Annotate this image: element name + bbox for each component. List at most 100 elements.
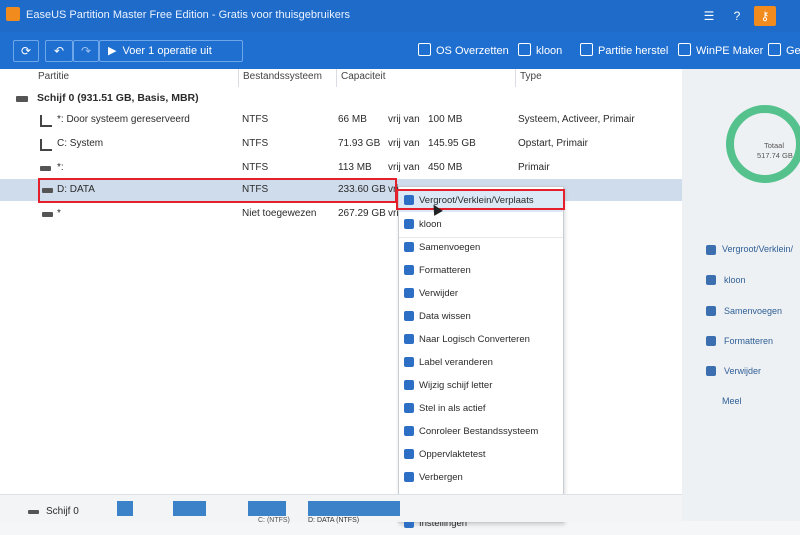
partition-used: 267.29 GB	[338, 208, 386, 219]
tools-icon	[768, 43, 781, 56]
disk-row[interactable]: Schijf 0 (931.51 GB, Basis, MBR)	[0, 87, 682, 109]
menu-item-label: Verbergen	[419, 472, 463, 483]
menu-item-format[interactable]: Formatteren	[399, 259, 563, 282]
redo-button[interactable]: ↷	[73, 40, 99, 62]
menu-item-change-label[interactable]: Label veranderen	[399, 351, 563, 374]
menu-item-label: Label veranderen	[419, 357, 493, 368]
winpe-maker-button[interactable]: WinPE Maker	[678, 43, 763, 57]
menu-item-label: Naar Logisch Converteren	[419, 334, 530, 345]
toolbar: ⟳ ↶ ↷ ▶ Voer 1 operatie uit OS Overzetten…	[0, 32, 800, 69]
action-clone[interactable]: kloon	[724, 275, 746, 285]
partition-recovery-button[interactable]: Partitie herstel	[580, 43, 668, 57]
context-menu: Vergroot/Verklein/Verplaats kloon Samenv…	[398, 186, 564, 529]
convert-icon	[404, 334, 414, 344]
clone-icon	[706, 275, 716, 285]
highlight-box	[38, 178, 397, 203]
hide-icon	[404, 472, 414, 482]
action-merge[interactable]: Samenvoegen	[724, 306, 782, 316]
partition-vrij: vrij van	[388, 138, 420, 149]
apply-operations-label: Voer 1 operatie uit	[122, 45, 212, 57]
help-icon[interactable]: ?	[726, 6, 748, 26]
col-type[interactable]: Type	[520, 71, 542, 82]
col-partitie[interactable]: Partitie	[38, 71, 69, 82]
letter-icon	[404, 380, 414, 390]
disk-map-block[interactable]	[248, 501, 286, 516]
table-row[interactable]: *: Door systeem gereserveerd NTFS 66 MB …	[0, 109, 682, 131]
menu-item-change-letter[interactable]: Wijzig schijf letter	[399, 374, 563, 397]
merge-icon	[706, 306, 716, 316]
col-bestandssysteem[interactable]: Bestandssysteem	[243, 71, 322, 82]
partition-fs: NTFS	[242, 138, 269, 149]
partition-used: 113 MB	[338, 162, 372, 173]
recover-icon	[580, 43, 593, 56]
format-icon	[404, 265, 414, 275]
title-bar: EaseUS Partition Master Free Edition - G…	[0, 0, 800, 32]
partition-fs: Niet toegewezen	[242, 208, 317, 219]
disk-map: Schijf 0 C: (NTFS) D: DATA (NTFS)	[0, 494, 682, 524]
ring-total-value: 517.74 GB	[757, 151, 793, 160]
menu-item-merge[interactable]: Samenvoegen	[399, 236, 563, 259]
table-row[interactable]: * Niet toegewezen 267.29 GB vri	[0, 203, 682, 225]
menu-item-hide[interactable]: Verbergen	[399, 466, 563, 489]
menu-item-check-fs[interactable]: Conroleer Bestandssysteem	[399, 420, 563, 443]
os-migrate-button[interactable]: OS Overzetten	[418, 43, 509, 57]
merge-icon	[404, 242, 414, 252]
tools-button[interactable]: Ge	[768, 43, 800, 57]
undo-button[interactable]: ↶	[45, 40, 73, 62]
partition-total: 145.95 GB	[428, 138, 476, 149]
disk-usage-ring	[726, 105, 800, 183]
clone-button[interactable]: kloon	[518, 43, 562, 57]
col-divider	[336, 69, 337, 87]
partition-fs: NTFS	[242, 162, 269, 173]
menu-item-label: Conroleer Bestandssysteem	[419, 426, 539, 437]
drive-icon	[42, 212, 53, 217]
partition-name: *: Door systeem gereserveerd	[57, 114, 190, 125]
partition-recovery-label: Partitie herstel	[598, 45, 669, 57]
clone-label: kloon	[536, 45, 563, 57]
disk-map-block[interactable]	[173, 501, 206, 516]
active-icon	[404, 403, 414, 413]
partition-fs: NTFS	[242, 114, 269, 125]
partition-total: 100 MB	[428, 114, 463, 125]
partition-name: C: System	[57, 138, 104, 149]
trash-icon	[706, 366, 716, 376]
play-icon: ▶	[108, 45, 117, 57]
trash-icon	[404, 288, 414, 298]
menu-icon[interactable]: ☰	[698, 6, 720, 26]
menu-item-label: Stel in als actief	[419, 403, 486, 414]
label-icon	[404, 357, 414, 367]
action-format[interactable]: Formatteren	[724, 336, 773, 346]
window-title: EaseUS Partition Master Free Edition - G…	[26, 9, 351, 21]
action-delete[interactable]: Verwijder	[724, 366, 761, 376]
disk-map-block[interactable]	[308, 501, 400, 516]
menu-item-set-active[interactable]: Stel in als actief	[399, 397, 563, 420]
surface-test-icon	[404, 449, 414, 459]
key-icon[interactable]: ⚷	[754, 6, 776, 26]
partition-used: 71.93 GB	[338, 138, 381, 149]
table-row[interactable]: C: System NTFS 71.93 GB vrij van 145.95 …	[0, 133, 682, 155]
partition-name: *:	[57, 162, 64, 173]
clone-icon	[404, 219, 414, 229]
col-divider	[515, 69, 516, 87]
partition-type: Opstart, Primair	[518, 138, 589, 149]
menu-item-delete[interactable]: Verwijder	[399, 282, 563, 305]
check-icon	[404, 426, 414, 436]
disk-map-block[interactable]	[117, 501, 133, 516]
menu-item-convert-logical[interactable]: Naar Logisch Converteren	[399, 328, 563, 351]
drive-icon	[40, 166, 51, 171]
menu-item-wipe-data[interactable]: Data wissen	[399, 305, 563, 328]
action-more[interactable]: Meel	[722, 396, 742, 406]
table-row[interactable]: *: NTFS 113 MB vrij van 450 MB Primair	[0, 157, 682, 179]
partition-type: Primair	[518, 162, 550, 173]
right-panel: Totaal 517.74 GB Vergroot/Verklein/ kloo…	[682, 69, 800, 521]
action-resize[interactable]: Vergroot/Verklein/	[722, 244, 793, 254]
partition-name: *	[57, 208, 61, 219]
partition-type: Systeem, Activeer, Primair	[518, 114, 635, 125]
partition-vrij: vrij van	[388, 162, 420, 173]
col-capaciteit[interactable]: Capaciteit	[341, 71, 385, 82]
menu-item-clone[interactable]: kloon	[399, 213, 563, 236]
refresh-button[interactable]: ⟳	[13, 40, 39, 62]
menu-item-surface-test[interactable]: Oppervlaktetest	[399, 443, 563, 466]
apply-operations-button[interactable]: ▶ Voer 1 operatie uit	[99, 40, 243, 62]
menu-item-label: Data wissen	[419, 311, 471, 322]
